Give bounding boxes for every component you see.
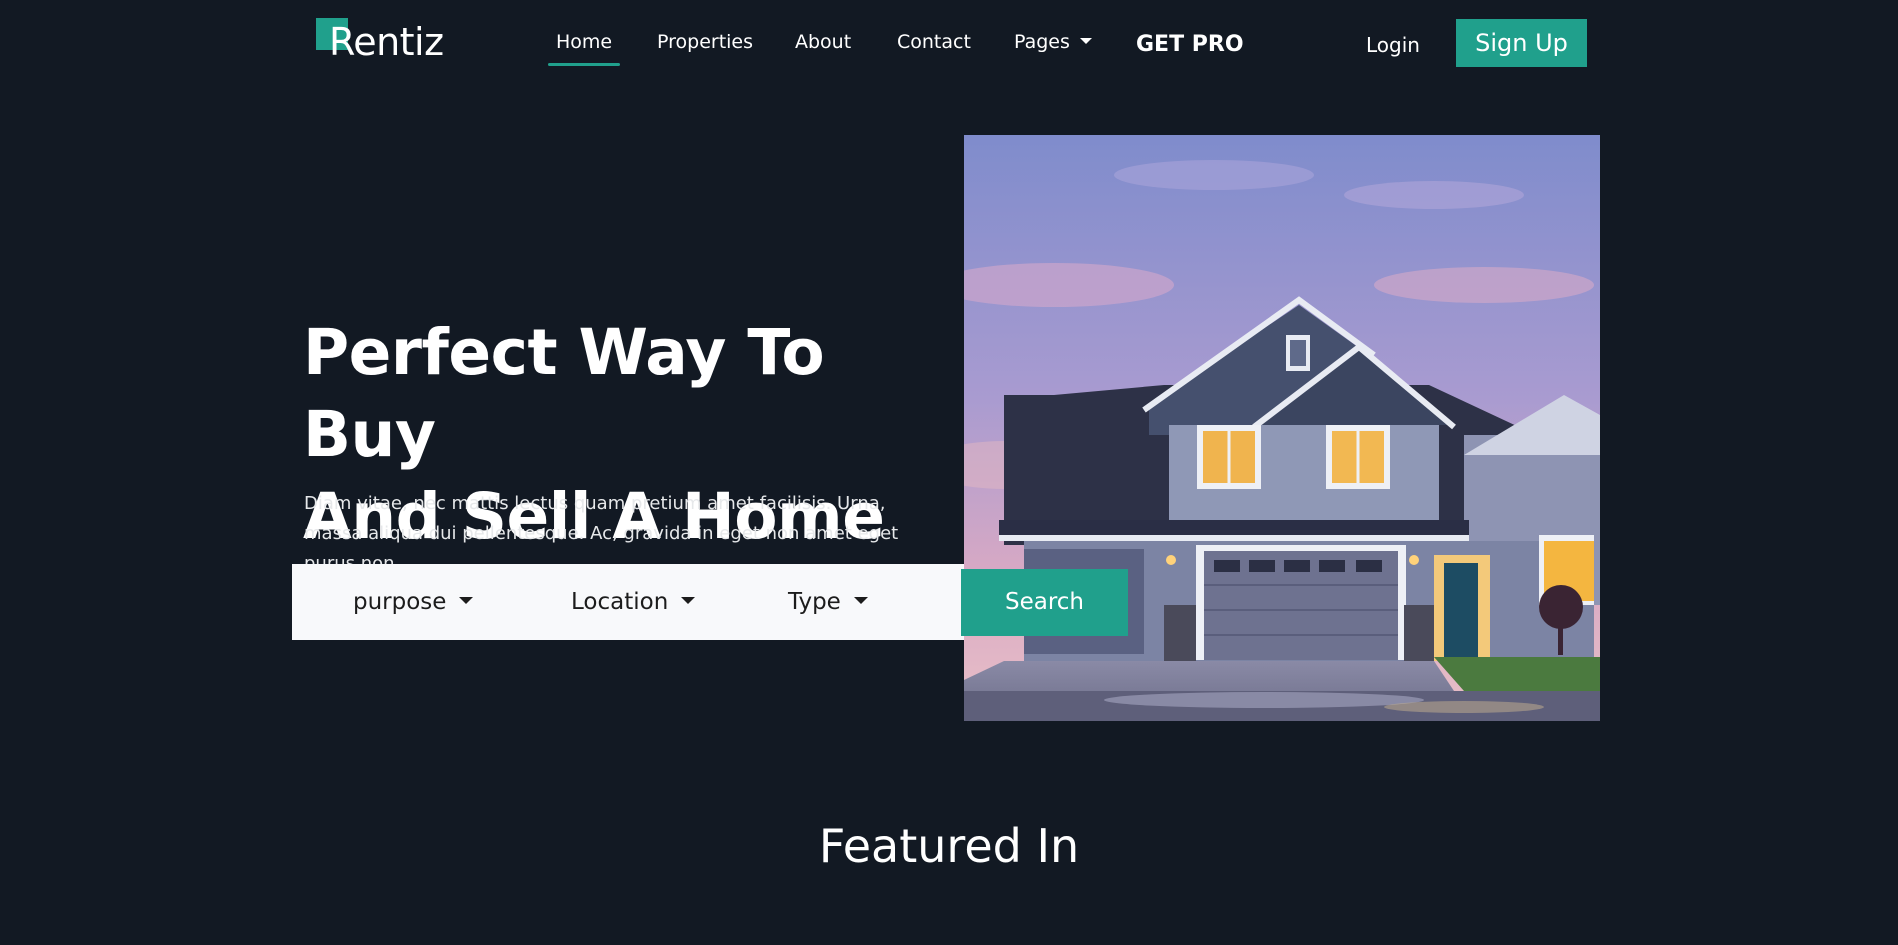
nav-item-home[interactable]: Home <box>547 28 621 66</box>
logo-text: Rentiz <box>329 20 444 64</box>
chevron-down-icon <box>459 597 474 604</box>
featured-in-heading: Featured In <box>818 819 1080 873</box>
chevron-down-icon <box>681 597 696 604</box>
brand-logo[interactable]: Rentiz <box>316 18 466 68</box>
purpose-dropdown[interactable]: purpose <box>353 586 474 618</box>
chevron-down-icon <box>853 597 868 604</box>
navbar: Rentiz Home Properties About Contact Pag… <box>0 0 1898 90</box>
purpose-dropdown-label: purpose <box>353 589 447 615</box>
hero-title-line1: Perfect Way To Buy <box>303 316 825 471</box>
chevron-down-icon <box>1079 38 1092 44</box>
nav-item-properties[interactable]: Properties <box>657 28 753 56</box>
nav-item-about[interactable]: About <box>795 28 851 56</box>
nav-item-pages-label: Pages <box>1014 31 1070 53</box>
login-link[interactable]: Login <box>1366 31 1420 59</box>
location-dropdown[interactable]: Location <box>571 586 696 618</box>
nav-item-pages[interactable]: Pages <box>1014 28 1092 56</box>
nav-item-contact[interactable]: Contact <box>897 28 971 56</box>
type-dropdown[interactable]: Type <box>788 586 868 618</box>
type-dropdown-label: Type <box>788 589 841 615</box>
location-dropdown-label: Location <box>571 589 669 615</box>
search-button[interactable]: Search <box>961 569 1128 636</box>
signup-button[interactable]: Sign Up <box>1456 19 1587 67</box>
get-pro-link[interactable]: GET PRO <box>1136 29 1244 61</box>
